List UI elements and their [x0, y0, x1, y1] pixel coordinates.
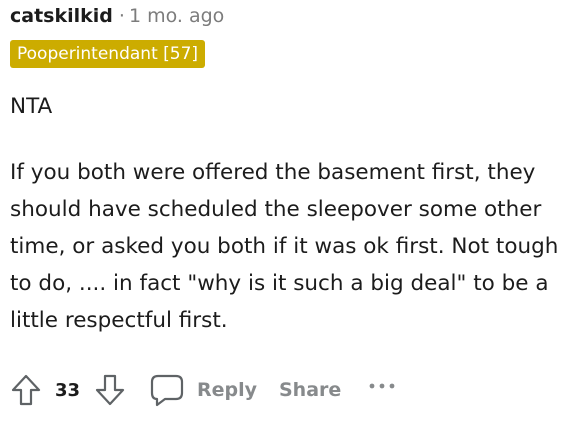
comment-action-bar: 33 Reply Share — [10, 368, 570, 412]
more-options-button[interactable] — [367, 368, 399, 412]
reply-button[interactable]: Reply — [149, 368, 257, 412]
comment-timestamp[interactable]: 1 mo. ago — [129, 5, 224, 27]
reply-label: Reply — [197, 379, 258, 401]
comment-meta: catskilkid · 1 mo. ago — [10, 3, 224, 29]
comment-paragraph: NTA — [10, 94, 53, 119]
upvote-button[interactable] — [10, 368, 42, 412]
share-button[interactable]: Share — [279, 368, 341, 412]
user-flair-badge: Pooperintendant [57] — [10, 40, 206, 68]
meta-separator: · — [118, 5, 125, 27]
speech-bubble-icon — [149, 372, 185, 408]
downvote-button[interactable] — [94, 368, 126, 412]
share-label: Share — [279, 379, 342, 401]
vote-score: 33 — [55, 368, 80, 412]
downvote-arrow-icon — [94, 373, 126, 407]
score-count: 33 — [55, 379, 81, 401]
ellipsis-icon — [367, 380, 399, 400]
author-username[interactable]: catskilkid — [10, 5, 113, 27]
upvote-arrow-icon — [10, 373, 42, 407]
comment-paragraph: If you both were offered the basement fi… — [10, 160, 559, 333]
